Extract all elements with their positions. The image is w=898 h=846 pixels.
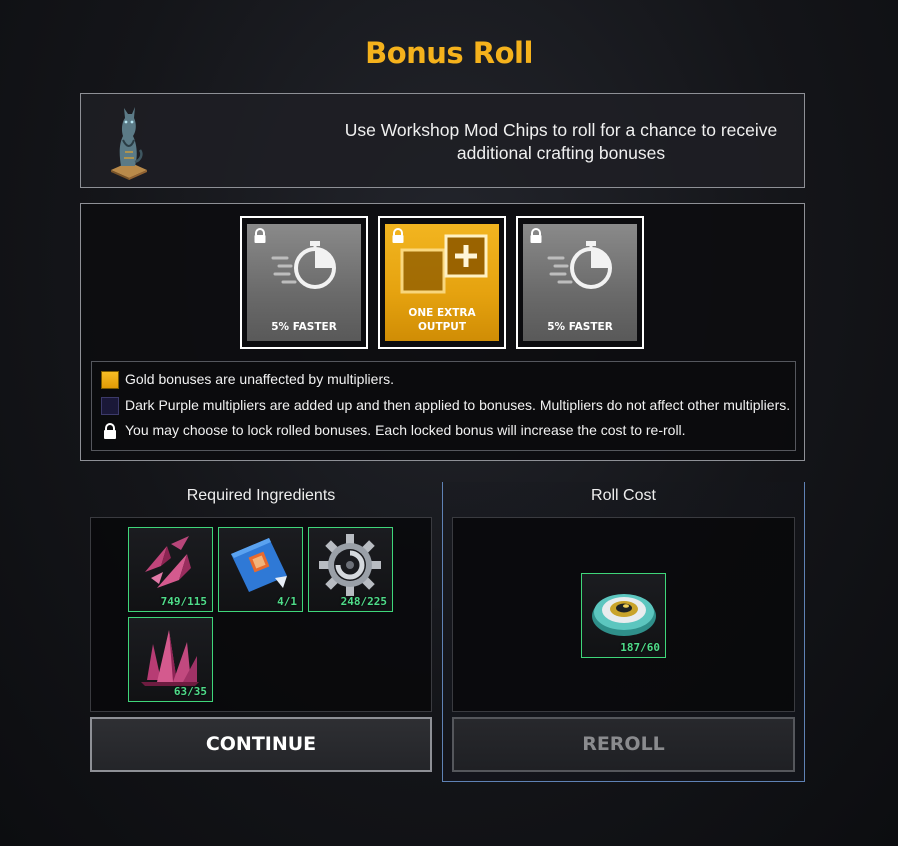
page-title: Bonus Roll	[365, 36, 533, 70]
cat-statue-icon	[107, 104, 151, 180]
lock-icon[interactable]	[252, 228, 268, 244]
roll-cost-slot[interactable]: 187/60	[581, 573, 666, 658]
gold-swatch-icon	[101, 371, 119, 390]
ingredient-count: 248/225	[340, 595, 387, 608]
legend-row-lock: You may choose to lock rolled bonuses. E…	[101, 420, 686, 440]
bonus-card-label: ONE EXTRA OUTPUT	[385, 306, 499, 334]
roll-cost-panel: 187/60	[452, 517, 795, 712]
bonus-panel: 5% FASTER ONE EXTRA OUTPUT 5% FASTER Gol…	[80, 203, 805, 461]
legend-row-gold: Gold bonuses are unaffected by multiplie…	[101, 369, 395, 390]
bonus-card-label-line-1: ONE EXTRA	[408, 307, 476, 319]
bonus-card-2[interactable]: ONE EXTRA OUTPUT	[378, 216, 506, 349]
intro-text: Use Workshop Mod Chips to roll for a cha…	[261, 119, 861, 165]
ingredient-count: 63/35	[173, 685, 207, 698]
bonus-card-3[interactable]: 5% FASTER	[516, 216, 644, 349]
legend-gold-text: Gold bonuses are unaffected by multiplie…	[125, 371, 395, 387]
bonus-card-face: 5% FASTER	[247, 224, 361, 341]
intro-line-1: Use Workshop Mod Chips to roll for a cha…	[344, 120, 778, 140]
legend-purple-text: Dark Purple multipliers are added up and…	[125, 397, 791, 413]
crystal-shard-icon	[145, 536, 191, 588]
ingredient-count: 4/1	[277, 595, 297, 608]
roll-cost-count: 187/60	[620, 641, 660, 654]
legend-lock-text: You may choose to lock rolled bonuses. E…	[125, 422, 686, 438]
extra-output-icon	[400, 234, 488, 294]
purple-swatch-icon	[101, 397, 119, 416]
ingredient-slot[interactable]: 63/35	[128, 617, 213, 702]
continue-button[interactable]: CONTINUE	[90, 717, 432, 772]
legend-row-purple: Dark Purple multipliers are added up and…	[101, 395, 791, 416]
bonus-card-face: 5% FASTER	[523, 224, 637, 341]
roll-cost-heading: Roll Cost	[591, 487, 656, 504]
legend: Gold bonuses are unaffected by multiplie…	[91, 361, 796, 451]
bonus-card-label: 5% FASTER	[271, 321, 337, 333]
ingredient-slot[interactable]: 4/1	[218, 527, 303, 612]
bonus-card-label-line-2: OUTPUT	[418, 321, 466, 333]
stopwatch-icon	[271, 241, 336, 289]
ingredient-slot[interactable]: 749/115	[128, 527, 213, 612]
ingredients-heading: Required Ingredients	[186, 487, 336, 504]
ingredient-count: 749/115	[160, 595, 207, 608]
bonus-card-label: 5% FASTER	[547, 321, 613, 333]
ingredient-slot[interactable]: 248/225	[308, 527, 393, 612]
ingredients-panel: 749/115 4/1 248/225 63/35	[90, 517, 432, 712]
intro-line-2: additional crafting bonuses	[456, 143, 666, 163]
bonus-card-face: ONE EXTRA OUTPUT	[385, 224, 499, 341]
gear-icon	[319, 534, 381, 596]
blueprint-icon	[231, 538, 287, 592]
intro-box: Use Workshop Mod Chips to roll for a cha…	[80, 93, 805, 188]
lock-icon	[104, 423, 116, 440]
bonus-card-1[interactable]: 5% FASTER	[240, 216, 368, 349]
crystal-cluster-icon	[141, 630, 199, 686]
reroll-button[interactable]: REROLL	[452, 717, 795, 772]
stopwatch-icon	[547, 241, 612, 289]
mod-chip-icon	[592, 594, 656, 636]
lock-icon[interactable]	[528, 228, 544, 244]
